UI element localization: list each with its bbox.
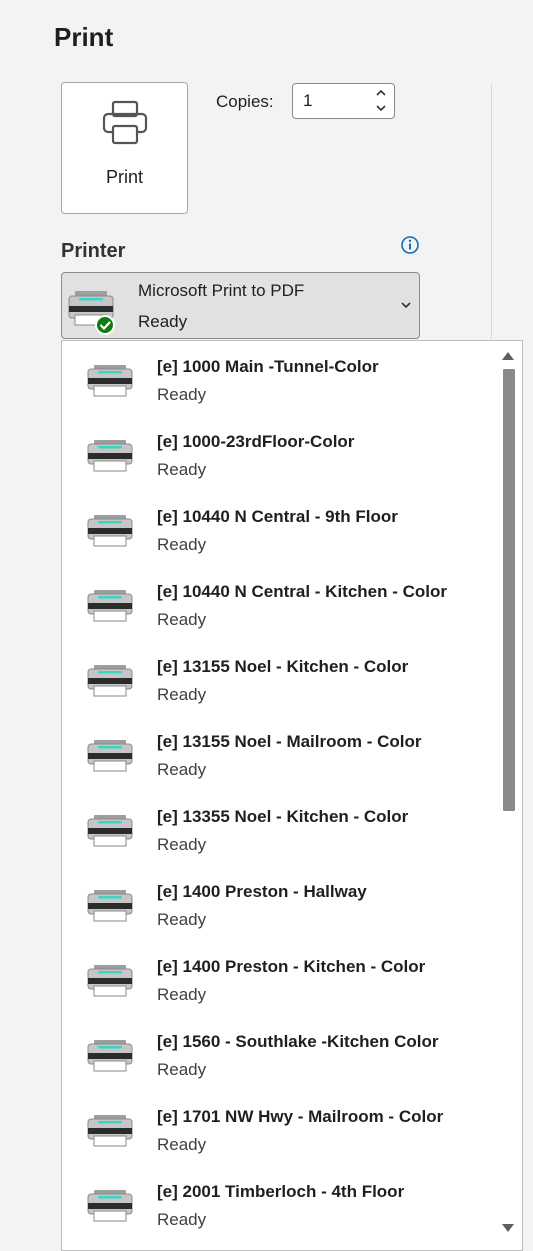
printer-name: [e] 1560 - Southlake -Kitchen Color — [157, 1032, 439, 1051]
printer-status: Ready — [157, 685, 207, 704]
printer-name: [e] 13355 Noel - Kitchen - Color — [157, 807, 409, 826]
scroll-up-arrow-icon[interactable] — [500, 349, 516, 363]
printer-status: Ready — [157, 1135, 207, 1154]
printer-icon — [87, 515, 133, 547]
printer-icon — [87, 815, 133, 847]
printer-select[interactable]: Microsoft Print to PDF Ready — [61, 272, 420, 339]
printer-icon — [87, 440, 133, 472]
printer-status: Ready — [157, 460, 207, 479]
printer-name: [e] 1000-23rdFloor-Color — [157, 432, 355, 451]
printer-icon — [87, 1190, 133, 1222]
printer-name: [e] 1701 NW Hwy - Mailroom - Color — [157, 1107, 444, 1126]
chevron-down-icon — [401, 302, 411, 309]
print-button[interactable]: Print — [61, 82, 188, 214]
printer-icon — [102, 100, 148, 145]
info-icon[interactable] — [400, 235, 420, 255]
copies-stepper[interactable] — [292, 83, 395, 119]
chevron-up-icon[interactable] — [374, 86, 388, 100]
printer-name: [e] 1400 Preston - Kitchen - Color — [157, 957, 426, 976]
printer-dropdown-list: [e] 1000 Main -Tunnel-Color Ready [e] 10… — [61, 340, 523, 1251]
printer-name: [e] 1000 Main -Tunnel-Color — [157, 357, 379, 376]
printer-name: [e] 13155 Noel - Mailroom - Color — [157, 732, 422, 751]
list-item[interactable]: [e] 13155 Noel - Mailroom - Color Ready — [62, 716, 492, 791]
printer-name: [e] 10440 N Central - Kitchen - Color — [157, 582, 448, 601]
printer-icon — [87, 590, 133, 622]
printer-status: Ready — [157, 535, 207, 554]
selected-printer-status: Ready — [138, 312, 188, 331]
list-item[interactable]: [e] 1560 - Southlake -Kitchen Color Read… — [62, 1016, 492, 1091]
list-item[interactable]: [e] 1400 Preston - Kitchen - Color Ready — [62, 941, 492, 1016]
printer-icon — [87, 1040, 133, 1072]
list-item[interactable]: [e] 1701 NW Hwy - Mailroom - Color Ready — [62, 1091, 492, 1166]
printer-icon — [87, 365, 133, 397]
printer-ready-icon — [68, 291, 115, 335]
printer-status: Ready — [157, 1210, 207, 1229]
printer-name: [e] 2001 Timberloch - 4th Floor — [157, 1182, 405, 1201]
copies-input[interactable] — [303, 90, 365, 112]
list-item[interactable]: [e] 13355 Noel - Kitchen - Color Ready — [62, 791, 492, 866]
printer-status: Ready — [157, 1060, 207, 1079]
chevron-down-icon[interactable] — [374, 101, 388, 115]
print-button-label: Print — [105, 167, 143, 187]
list-item[interactable]: [e] 13155 Noel - Kitchen - Color Ready — [62, 641, 492, 716]
list-item[interactable]: [e] 2001 Timberloch - 4th Floor Ready — [62, 1166, 492, 1241]
printer-icon — [87, 1115, 133, 1147]
printer-icon — [87, 740, 133, 772]
printer-icon — [87, 665, 133, 697]
printer-status: Ready — [157, 985, 207, 1004]
selected-printer-name: Microsoft Print to PDF — [138, 281, 305, 300]
divider — [491, 84, 492, 339]
list-item[interactable]: [e] 1000 Main -Tunnel-Color Ready — [62, 341, 492, 416]
printer-status: Ready — [157, 385, 207, 404]
copies-label: Copies: — [216, 92, 274, 111]
printer-icon — [87, 965, 133, 997]
printer-status: Ready — [157, 760, 207, 779]
page-title: Print — [54, 22, 114, 52]
list-item[interactable]: [e] 10440 N Central - Kitchen - Color Re… — [62, 566, 492, 641]
scrollbar-thumb[interactable] — [503, 369, 515, 811]
printer-section-label: Printer — [61, 240, 126, 262]
list-item[interactable]: [e] 10440 N Central - 9th Floor Ready — [62, 491, 492, 566]
printer-name: [e] 13155 Noel - Kitchen - Color — [157, 657, 409, 676]
printer-status: Ready — [157, 835, 207, 854]
list-item[interactable]: [e] 1000-23rdFloor-Color Ready — [62, 416, 492, 491]
scroll-down-arrow-icon[interactable] — [500, 1221, 516, 1235]
printer-name: [e] 1400 Preston - Hallway — [157, 882, 367, 901]
printer-icon — [87, 890, 133, 922]
printer-status: Ready — [157, 910, 207, 929]
list-item[interactable]: [e] 1400 Preston - Hallway Ready — [62, 866, 492, 941]
printer-name: [e] 10440 N Central - 9th Floor — [157, 507, 398, 526]
printer-status: Ready — [157, 610, 207, 629]
